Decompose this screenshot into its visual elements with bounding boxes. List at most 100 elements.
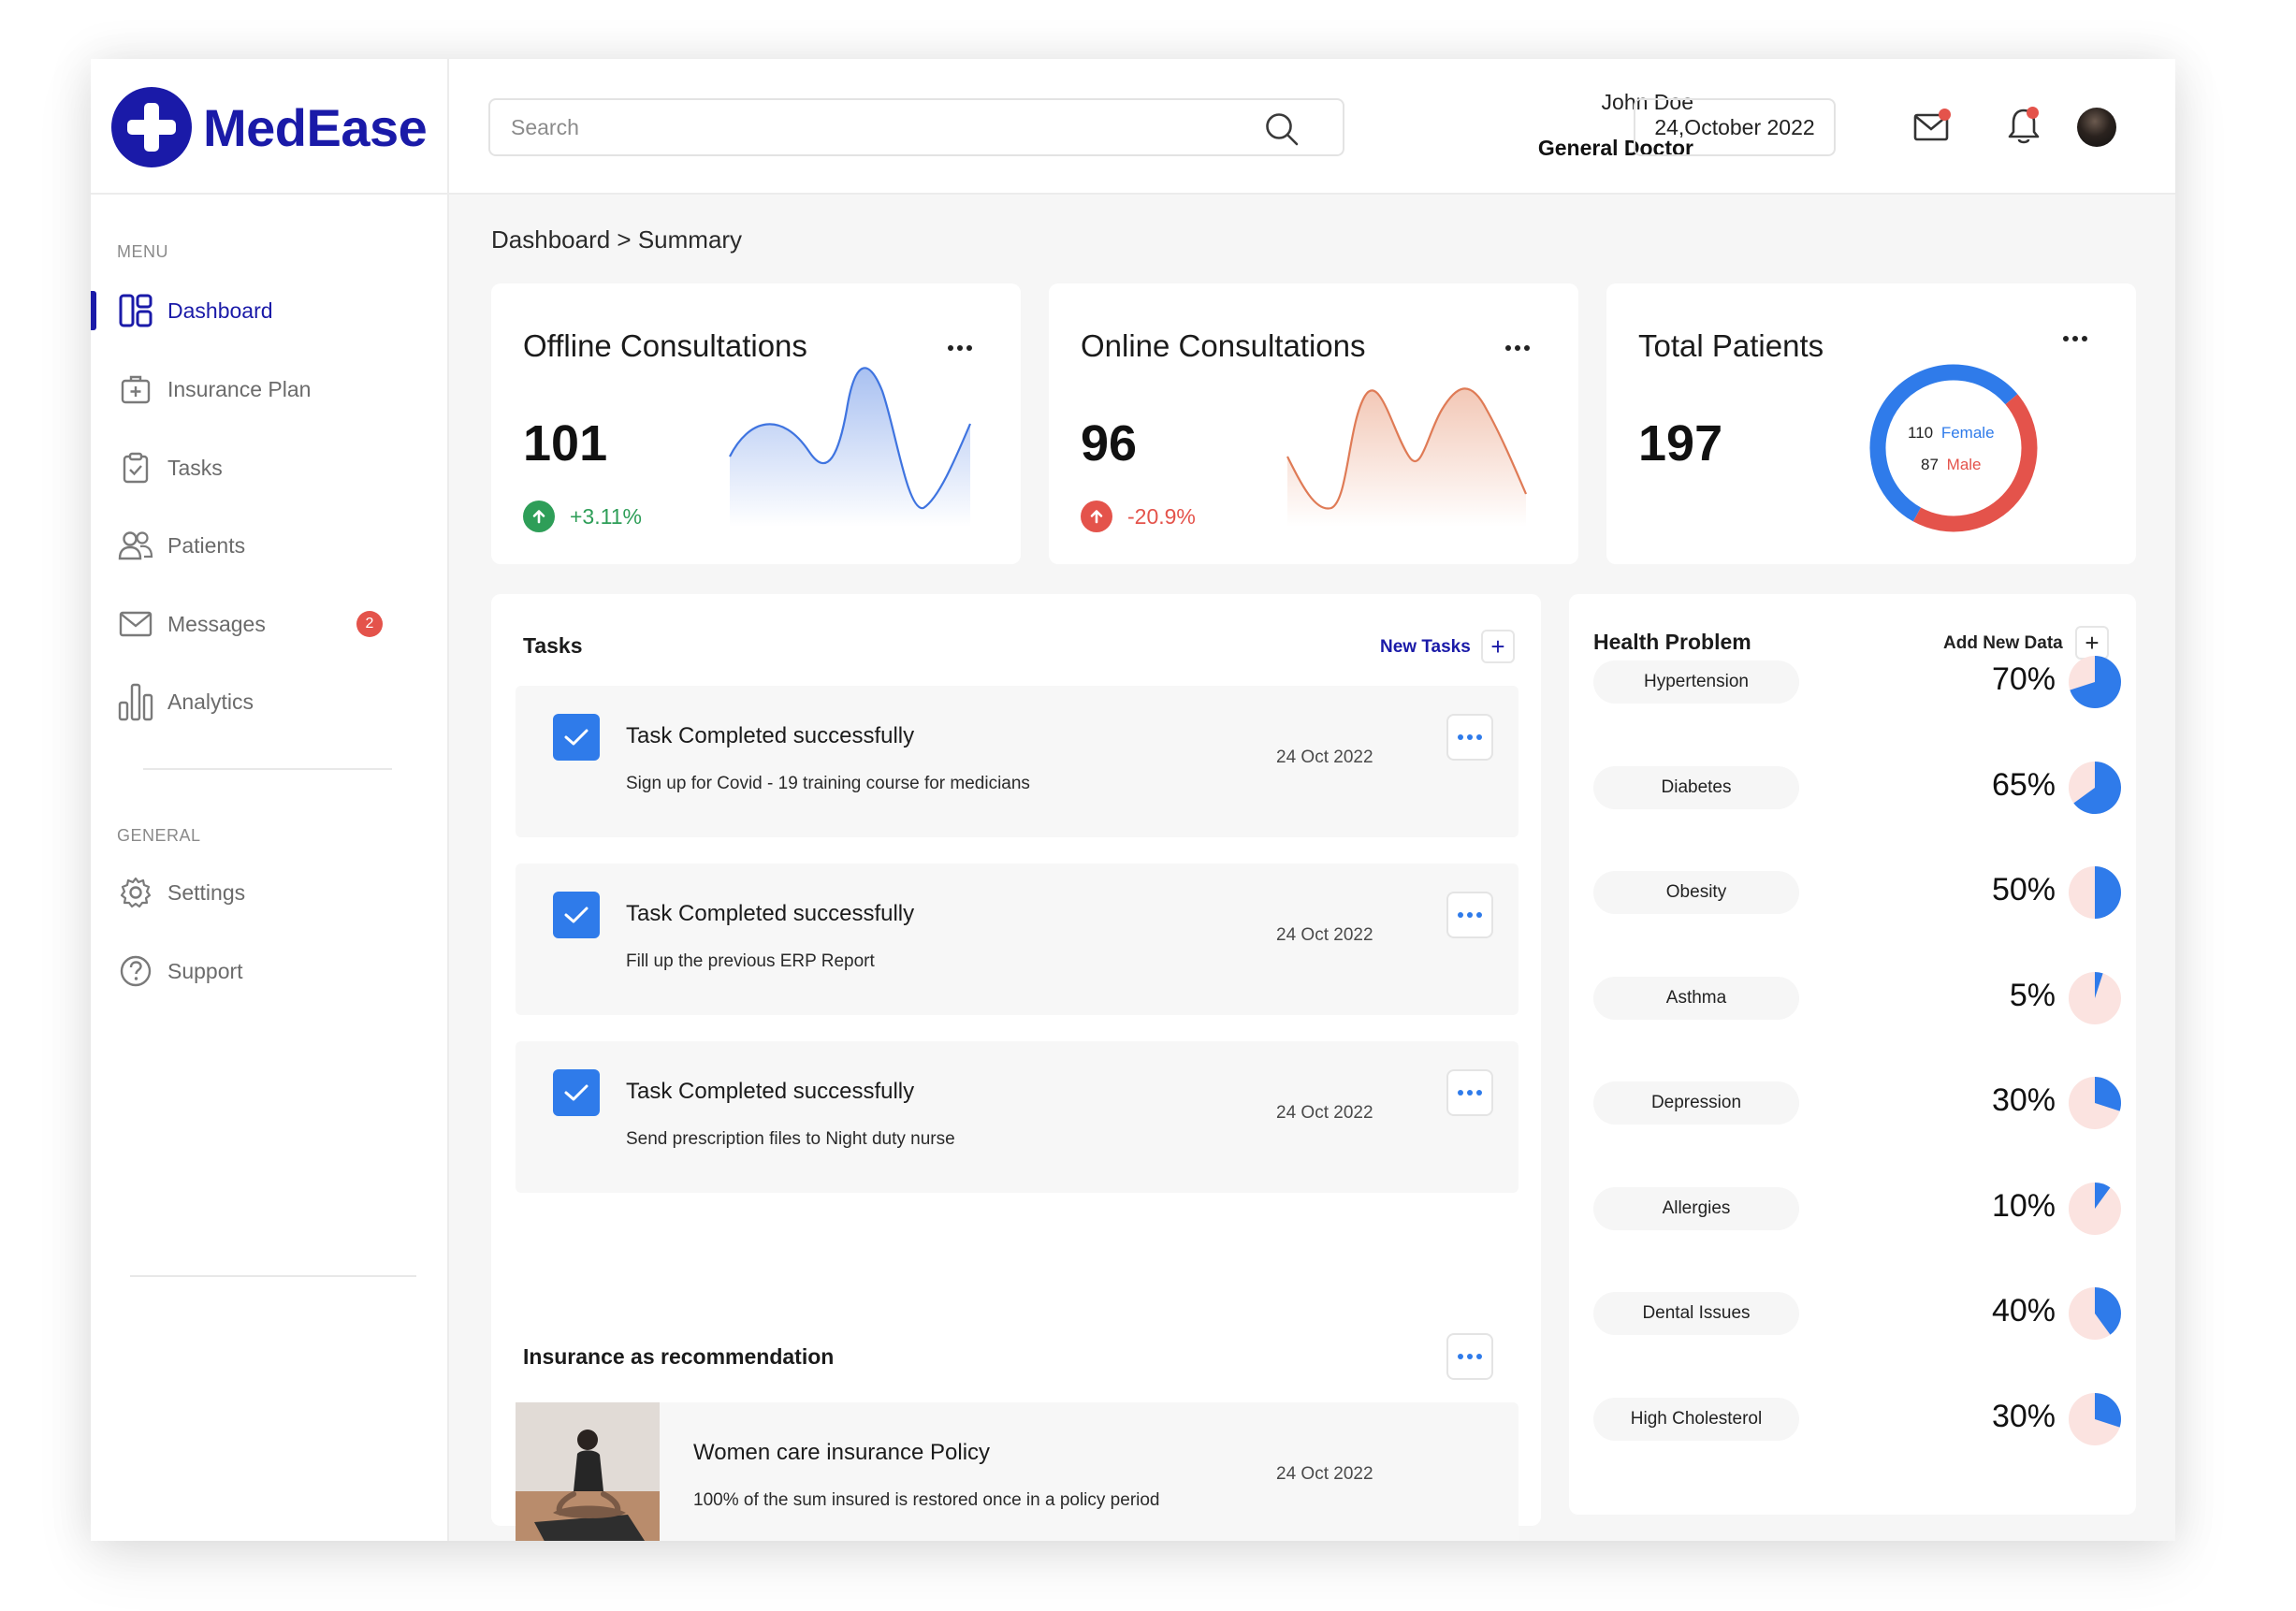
donut-arcs xyxy=(1869,364,2038,532)
donut-female-arc xyxy=(1869,364,2018,522)
sidebar-item-settings[interactable]: Settings xyxy=(117,869,426,916)
sidebar-item-label: Settings xyxy=(167,879,246,905)
health-problem-pie xyxy=(2069,1287,2121,1340)
divider xyxy=(143,768,392,770)
insurance-icon xyxy=(117,370,154,408)
insurance-item-description: 100% of the sum insured is restored once… xyxy=(693,1490,1160,1510)
search-input[interactable] xyxy=(511,114,1259,140)
mail-icon[interactable] xyxy=(1909,103,1955,150)
stat-value: 96 xyxy=(1081,415,1138,472)
check-icon xyxy=(564,1084,589,1101)
divider xyxy=(130,1275,416,1277)
app-window: MedEase MENU Dashboard Insurance Plan Ta… xyxy=(91,59,2175,1541)
insurance-title: Insurance as recommendation xyxy=(523,1344,835,1369)
health-problem-label[interactable]: Allergies xyxy=(1593,1186,1799,1230)
sidebar-item-insurance-plan[interactable]: Insurance Plan xyxy=(117,366,426,413)
task-date: 24 Oct 2022 xyxy=(1276,747,1373,767)
help-icon xyxy=(117,952,154,990)
health-problem-panel: Health Problem Add New Data + Hypertensi… xyxy=(1569,594,2136,1515)
sidebar-item-dashboard[interactable]: Dashboard xyxy=(117,287,426,334)
add-task-button[interactable]: + xyxy=(1481,630,1515,663)
task-title: Task Completed successfully xyxy=(626,1079,915,1104)
health-title: Health Problem xyxy=(1593,630,1751,654)
bell-icon[interactable] xyxy=(2000,103,2047,150)
sidebar-item-messages[interactable]: Messages 2 xyxy=(117,601,426,647)
gear-icon xyxy=(117,874,154,911)
logo[interactable]: MedEase xyxy=(111,85,428,169)
patients-donut-chart xyxy=(1869,364,2038,532)
health-problem-pie xyxy=(2069,1392,2121,1445)
card-title: Total Patients xyxy=(1638,328,1824,363)
health-problem-percent: 50% xyxy=(1991,872,2056,907)
health-problem-pie-slice xyxy=(2095,866,2121,919)
new-tasks-link[interactable]: New Tasks xyxy=(1380,637,1471,658)
task-date: 24 Oct 2022 xyxy=(1276,925,1373,945)
task-checkbox[interactable] xyxy=(553,892,600,938)
insurance-options-button[interactable] xyxy=(1446,1333,1493,1380)
task-item: Task Completed successfully Send prescri… xyxy=(516,1041,1519,1193)
task-checkbox[interactable] xyxy=(553,714,600,761)
trend-indicator: -20.9% xyxy=(1081,501,1196,532)
health-problem-pie xyxy=(2069,1077,2121,1129)
health-problem-percent: 70% xyxy=(1991,661,2056,697)
notification-dot xyxy=(1939,109,1951,121)
medical-cross-icon xyxy=(111,87,192,167)
mail-icon xyxy=(117,605,154,643)
sidebar-item-analytics[interactable]: Analytics xyxy=(117,678,426,725)
health-problem-label[interactable]: Diabetes xyxy=(1593,765,1799,809)
task-item: Task Completed successfully Fill up the … xyxy=(516,864,1519,1015)
health-problem-label[interactable]: Hypertension xyxy=(1593,660,1799,704)
male-legend: 87 Male xyxy=(1921,456,1982,474)
check-icon xyxy=(564,729,589,746)
avatar[interactable] xyxy=(2077,108,2116,147)
tasks-title: Tasks xyxy=(523,633,583,658)
more-options-button[interactable] xyxy=(1494,325,1541,371)
health-problem-label[interactable]: Asthma xyxy=(1593,976,1799,1020)
sidebar-item-label: Tasks xyxy=(167,455,223,480)
notification-dot xyxy=(2027,107,2039,119)
task-title: Task Completed successfully xyxy=(626,723,915,748)
task-title: Task Completed successfully xyxy=(626,901,915,926)
sidebar-item-label: Support xyxy=(167,958,243,983)
sidebar-item-label: Analytics xyxy=(167,689,254,714)
insurance-item[interactable]: Women care insurance Policy 100% of the … xyxy=(516,1402,1519,1541)
task-options-button[interactable] xyxy=(1446,1069,1493,1116)
health-problem-percent: 5% xyxy=(2009,977,2056,1013)
sidebar-item-tasks[interactable]: Tasks xyxy=(117,444,426,491)
health-problem-percent: 30% xyxy=(1991,1398,2056,1434)
health-problem-pie xyxy=(2069,1182,2121,1235)
health-problem-pie xyxy=(2069,761,2121,814)
sidebar-item-patients[interactable]: Patients xyxy=(117,522,426,569)
add-new-data-link[interactable]: Add New Data xyxy=(1943,633,2063,654)
sidebar-item-label: Messages xyxy=(167,611,266,636)
date-display[interactable]: 24,October 2022 xyxy=(1634,98,1836,156)
female-legend: 110 Female xyxy=(1908,424,1995,443)
sidebar-item-label: Patients xyxy=(167,532,246,558)
divider xyxy=(91,193,449,195)
health-problem-pie xyxy=(2069,866,2121,919)
check-icon xyxy=(564,907,589,923)
male-count: 87 xyxy=(1921,456,1939,473)
health-problem-label[interactable]: Depression xyxy=(1593,1081,1799,1125)
yoga-woman-image xyxy=(516,1402,660,1541)
health-problem-percent: 10% xyxy=(1991,1187,2056,1224)
task-checkbox[interactable] xyxy=(553,1069,600,1116)
stat-value: 197 xyxy=(1638,415,1723,472)
active-indicator xyxy=(91,291,96,330)
dashboard-icon xyxy=(117,292,154,329)
health-problem-label[interactable]: Dental Issues xyxy=(1593,1292,1799,1335)
health-problem-label[interactable]: High Cholesterol xyxy=(1593,1397,1799,1441)
task-options-button[interactable] xyxy=(1446,892,1493,938)
sidebar-item-support[interactable]: Support xyxy=(117,948,426,994)
unread-badge: 2 xyxy=(356,611,383,637)
card-title: Online Consultations xyxy=(1081,328,1366,363)
health-problem-label[interactable]: Obesity xyxy=(1593,871,1799,914)
sparkline-chart xyxy=(729,367,972,527)
search-bar[interactable] xyxy=(488,98,1344,156)
search-icon[interactable] xyxy=(1264,111,1300,147)
analytics-icon xyxy=(117,683,154,721)
task-options-button[interactable] xyxy=(1446,714,1493,761)
breadcrumb: Dashboard > Summary xyxy=(491,225,743,254)
arrow-up-icon xyxy=(523,501,555,532)
more-options-button[interactable] xyxy=(2052,315,2099,362)
